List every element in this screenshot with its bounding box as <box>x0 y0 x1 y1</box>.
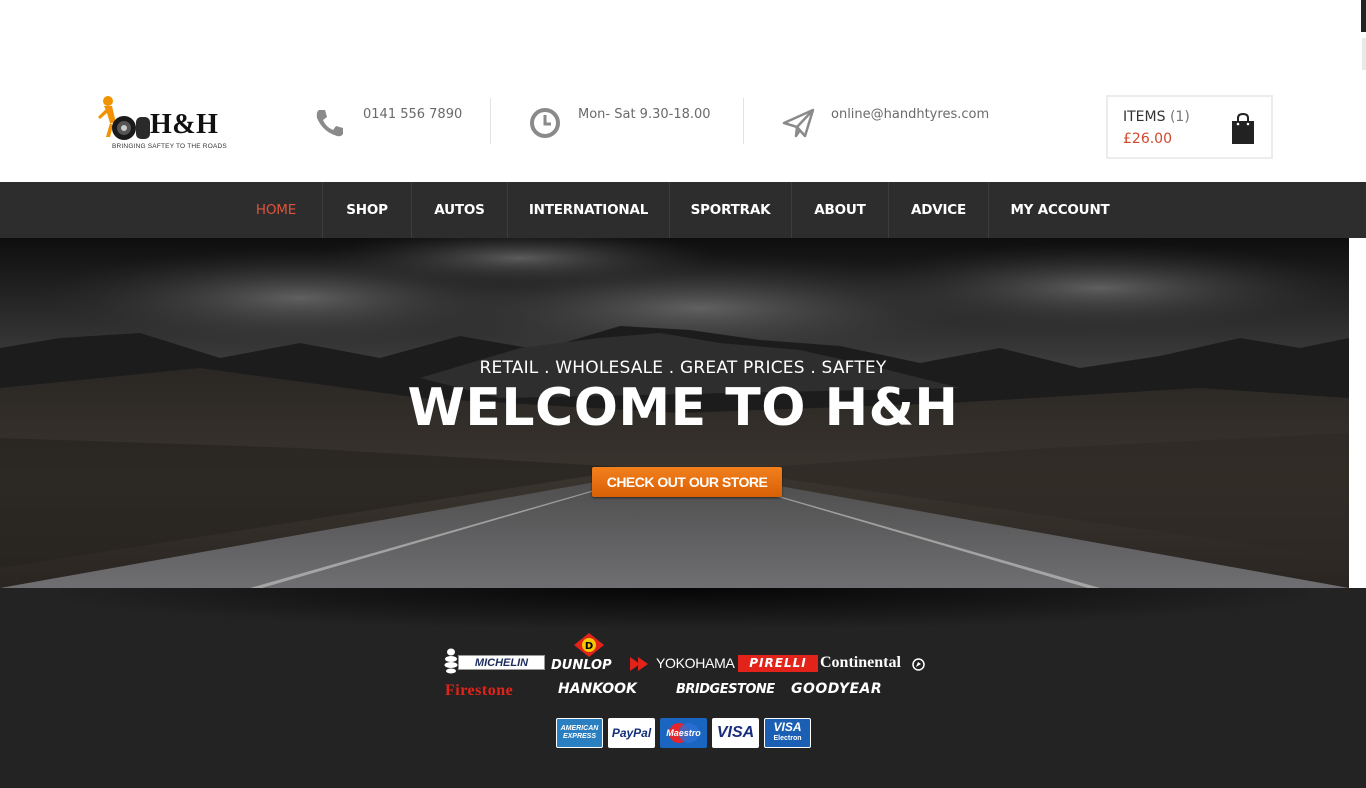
nav-item-international[interactable]: INTERNATIONAL <box>508 182 669 238</box>
payment-maestro: Maestro <box>660 718 707 748</box>
payment-maestro-label: Maestro <box>666 728 701 738</box>
brand-pirelli: PIRELLI <box>738 655 818 672</box>
brand-goodyear: GOODYEAR <box>791 681 883 697</box>
nav-item-home[interactable]: HOME <box>230 182 322 238</box>
nav-item-shop[interactable]: SHOP <box>323 182 411 238</box>
nav-item-my-account[interactable]: MY ACCOUNT <box>989 182 1131 238</box>
contact-hours: Mon- Sat 9.30-18.00 <box>528 100 711 146</box>
scrollbar-indicator[interactable] <box>1361 0 1366 32</box>
clock-icon <box>530 108 560 138</box>
payment-paypal: PayPal <box>608 718 655 748</box>
brand-continental: Continental <box>820 654 901 671</box>
brand-dunlop: DUNLOP <box>551 658 612 673</box>
payment-paypal-label: PayPal <box>611 726 652 740</box>
payment-electron-label: Electron <box>773 735 802 742</box>
cart-total: £26.00 <box>1123 131 1172 147</box>
footer-shadow <box>60 588 1306 628</box>
svg-text:D: D <box>585 641 593 652</box>
brand-michelin: MICHELIN <box>458 655 545 670</box>
cart-count: (1) <box>1169 109 1190 125</box>
payment-visa: VISA <box>712 718 759 748</box>
payment-amex: AMERICAN EXPRESS <box>556 718 603 748</box>
nav-item-advice[interactable]: ADVICE <box>889 182 988 238</box>
hero-banner: RETAIL . WHOLESALE . GREAT PRICES . SAFT… <box>0 238 1349 588</box>
brand-hankook: Hankook <box>558 681 637 697</box>
brand-bridgestone: BRIDGESTONE <box>676 682 775 697</box>
payment-visa-electron: VISA Electron <box>764 718 811 748</box>
check-out-store-button[interactable]: CHECK OUT OUR STORE <box>592 467 782 497</box>
logo-text: H&H <box>150 109 219 140</box>
hero-title: WELCOME TO H&H <box>407 378 959 438</box>
payment-amex-label: AMERICAN EXPRESS <box>560 725 599 740</box>
cart-label: ITEMS <box>1123 109 1166 125</box>
header-divider <box>743 98 744 144</box>
contact-hours-text: Mon- Sat 9.30-18.00 <box>578 107 711 122</box>
scrollbar-track <box>1362 38 1366 70</box>
page: H&H BRINGING SAFTEY TO THE ROADS 0141 55… <box>0 0 1366 788</box>
site-logo[interactable]: H&H BRINGING SAFTEY TO THE ROADS <box>94 95 234 153</box>
hero-subtitle: RETAIL . WHOLESALE . GREAT PRICES . SAFT… <box>479 358 887 378</box>
payment-visa-electron-label: VISA <box>773 720 802 734</box>
site-header: H&H BRINGING SAFTEY TO THE ROADS 0141 55… <box>0 0 1366 182</box>
main-nav: HOME SHOP AUTOS INTERNATIONAL SPORTRAK A… <box>0 182 1366 238</box>
logo-tagline: BRINGING SAFTEY TO THE ROADS <box>112 143 227 150</box>
contact-email[interactable]: online@handhtyres.com <box>781 100 989 146</box>
brand-yokohama: YOKOHAMA <box>656 655 735 671</box>
contact-phone-text: 0141 556 7890 <box>363 107 463 122</box>
dunlop-logo-icon: D <box>574 633 604 657</box>
nav-item-sportrak[interactable]: SPORTRAK <box>670 182 791 238</box>
header-divider <box>490 98 491 144</box>
contact-email-text: online@handhtyres.com <box>831 107 990 122</box>
paper-plane-icon <box>782 108 815 138</box>
shopping-bag-icon <box>1232 113 1254 144</box>
nav-item-about[interactable]: ABOUT <box>792 182 888 238</box>
phone-icon <box>316 110 343 137</box>
site-footer: MICHELIN D DUNLOP YOKOHAMA PIRELLI Conti… <box>0 588 1366 788</box>
brand-firestone: Firestone <box>445 682 514 699</box>
yokohama-logo-icon <box>630 657 648 671</box>
contact-phone[interactable]: 0141 556 7890 <box>313 100 462 146</box>
page-gutter <box>1349 238 1366 588</box>
cart-summary[interactable]: ITEMS (1) £26.00 <box>1106 95 1273 159</box>
nav-item-autos[interactable]: AUTOS <box>412 182 507 238</box>
payment-visa-label: VISA <box>716 724 755 741</box>
continental-horse-icon <box>912 658 925 671</box>
logo-mascot-icon <box>98 96 150 140</box>
cart-items-label: ITEMS (1) <box>1123 109 1190 125</box>
